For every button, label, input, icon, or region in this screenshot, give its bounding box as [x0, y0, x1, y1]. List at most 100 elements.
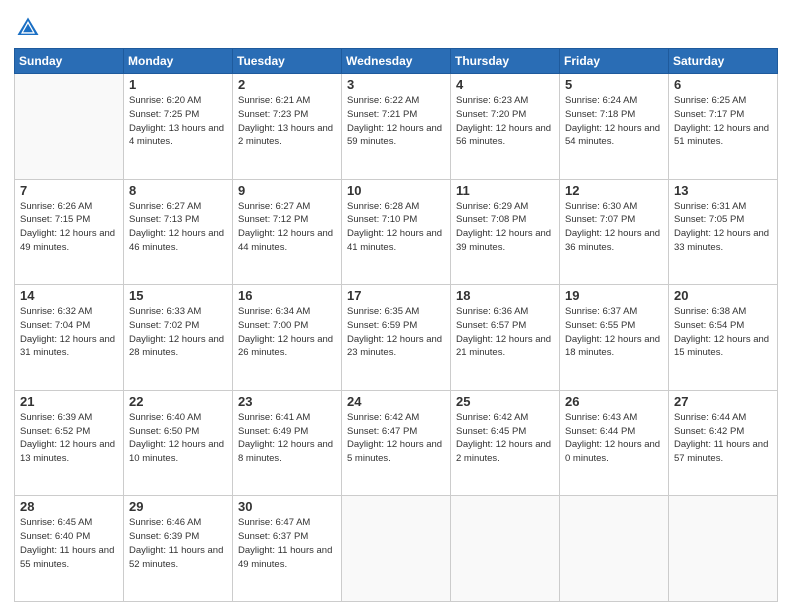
calendar-cell: 23 Sunrise: 6:41 AMSunset: 6:49 PMDayligh… [233, 390, 342, 496]
calendar-week-row: 7 Sunrise: 6:26 AMSunset: 7:15 PMDaylight… [15, 179, 778, 285]
day-number: 28 [20, 499, 118, 514]
day-number: 7 [20, 183, 118, 198]
calendar-cell: 24 Sunrise: 6:42 AMSunset: 6:47 PMDayligh… [342, 390, 451, 496]
calendar-cell [560, 496, 669, 602]
day-number: 16 [238, 288, 336, 303]
day-number: 3 [347, 77, 445, 92]
calendar-cell: 30 Sunrise: 6:47 AMSunset: 6:37 PMDayligh… [233, 496, 342, 602]
day-number: 4 [456, 77, 554, 92]
day-info: Sunrise: 6:30 AMSunset: 7:07 PMDaylight:… [565, 200, 663, 255]
calendar-cell: 1 Sunrise: 6:20 AMSunset: 7:25 PMDaylight… [124, 74, 233, 180]
day-info: Sunrise: 6:31 AMSunset: 7:05 PMDaylight:… [674, 200, 772, 255]
day-info: Sunrise: 6:43 AMSunset: 6:44 PMDaylight:… [565, 411, 663, 466]
day-number: 13 [674, 183, 772, 198]
day-info: Sunrise: 6:39 AMSunset: 6:52 PMDaylight:… [20, 411, 118, 466]
day-info: Sunrise: 6:41 AMSunset: 6:49 PMDaylight:… [238, 411, 336, 466]
day-info: Sunrise: 6:47 AMSunset: 6:37 PMDaylight:… [238, 516, 336, 571]
day-number: 18 [456, 288, 554, 303]
calendar-cell: 14 Sunrise: 6:32 AMSunset: 7:04 PMDayligh… [15, 285, 124, 391]
day-number: 29 [129, 499, 227, 514]
calendar-cell: 20 Sunrise: 6:38 AMSunset: 6:54 PMDayligh… [669, 285, 778, 391]
logo [14, 14, 46, 42]
calendar-day-header: Tuesday [233, 49, 342, 74]
day-number: 10 [347, 183, 445, 198]
day-info: Sunrise: 6:44 AMSunset: 6:42 PMDaylight:… [674, 411, 772, 466]
day-number: 27 [674, 394, 772, 409]
day-number: 2 [238, 77, 336, 92]
calendar-cell: 7 Sunrise: 6:26 AMSunset: 7:15 PMDaylight… [15, 179, 124, 285]
calendar-day-header: Thursday [451, 49, 560, 74]
day-number: 14 [20, 288, 118, 303]
day-info: Sunrise: 6:46 AMSunset: 6:39 PMDaylight:… [129, 516, 227, 571]
calendar-cell: 3 Sunrise: 6:22 AMSunset: 7:21 PMDaylight… [342, 74, 451, 180]
day-info: Sunrise: 6:42 AMSunset: 6:45 PMDaylight:… [456, 411, 554, 466]
day-number: 5 [565, 77, 663, 92]
day-number: 1 [129, 77, 227, 92]
day-info: Sunrise: 6:27 AMSunset: 7:12 PMDaylight:… [238, 200, 336, 255]
day-info: Sunrise: 6:38 AMSunset: 6:54 PMDaylight:… [674, 305, 772, 360]
day-info: Sunrise: 6:22 AMSunset: 7:21 PMDaylight:… [347, 94, 445, 149]
logo-icon [14, 14, 42, 42]
day-info: Sunrise: 6:45 AMSunset: 6:40 PMDaylight:… [20, 516, 118, 571]
calendar-day-header: Saturday [669, 49, 778, 74]
calendar-cell [451, 496, 560, 602]
calendar-cell: 8Sunrise: 6:27 AMSunset: 7:13 PMDaylight… [124, 179, 233, 285]
day-number: 12 [565, 183, 663, 198]
calendar-cell: 17 Sunrise: 6:35 AMSunset: 6:59 PMDayligh… [342, 285, 451, 391]
calendar-day-header: Wednesday [342, 49, 451, 74]
calendar-cell [342, 496, 451, 602]
day-info: Sunrise: 6:35 AMSunset: 6:59 PMDaylight:… [347, 305, 445, 360]
day-number: 24 [347, 394, 445, 409]
calendar-week-row: 21 Sunrise: 6:39 AMSunset: 6:52 PMDayligh… [15, 390, 778, 496]
calendar-cell [669, 496, 778, 602]
day-info: Sunrise: 6:42 AMSunset: 6:47 PMDaylight:… [347, 411, 445, 466]
calendar-cell: 2 Sunrise: 6:21 AMSunset: 7:23 PMDaylight… [233, 74, 342, 180]
day-number: 19 [565, 288, 663, 303]
calendar: SundayMondayTuesdayWednesdayThursdayFrid… [14, 48, 778, 602]
day-info: Sunrise: 6:26 AMSunset: 7:15 PMDaylight:… [20, 200, 118, 255]
day-info: Sunrise: 6:32 AMSunset: 7:04 PMDaylight:… [20, 305, 118, 360]
page: SundayMondayTuesdayWednesdayThursdayFrid… [0, 0, 792, 612]
day-info: Sunrise: 6:24 AMSunset: 7:18 PMDaylight:… [565, 94, 663, 149]
day-number: 30 [238, 499, 336, 514]
day-info: Sunrise: 6:33 AMSunset: 7:02 PMDaylight:… [129, 305, 227, 360]
day-info: Sunrise: 6:20 AMSunset: 7:25 PMDaylight:… [129, 94, 227, 149]
calendar-cell: 19Sunrise: 6:37 AMSunset: 6:55 PMDayligh… [560, 285, 669, 391]
day-number: 23 [238, 394, 336, 409]
day-number: 9 [238, 183, 336, 198]
calendar-cell: 11Sunrise: 6:29 AMSunset: 7:08 PMDayligh… [451, 179, 560, 285]
day-number: 26 [565, 394, 663, 409]
day-info: Sunrise: 6:28 AMSunset: 7:10 PMDaylight:… [347, 200, 445, 255]
calendar-cell: 6 Sunrise: 6:25 AMSunset: 7:17 PMDaylight… [669, 74, 778, 180]
day-number: 6 [674, 77, 772, 92]
calendar-day-header: Friday [560, 49, 669, 74]
day-number: 25 [456, 394, 554, 409]
calendar-day-header: Monday [124, 49, 233, 74]
calendar-cell: 26 Sunrise: 6:43 AMSunset: 6:44 PMDayligh… [560, 390, 669, 496]
calendar-cell: 4 Sunrise: 6:23 AMSunset: 7:20 PMDaylight… [451, 74, 560, 180]
day-info: Sunrise: 6:23 AMSunset: 7:20 PMDaylight:… [456, 94, 554, 149]
calendar-cell: 12 Sunrise: 6:30 AMSunset: 7:07 PMDayligh… [560, 179, 669, 285]
day-number: 21 [20, 394, 118, 409]
calendar-cell: 22Sunrise: 6:40 AMSunset: 6:50 PMDayligh… [124, 390, 233, 496]
day-info: Sunrise: 6:36 AMSunset: 6:57 PMDaylight:… [456, 305, 554, 360]
day-info: Sunrise: 6:25 AMSunset: 7:17 PMDaylight:… [674, 94, 772, 149]
day-number: 20 [674, 288, 772, 303]
calendar-cell [15, 74, 124, 180]
calendar-cell: 28 Sunrise: 6:45 AMSunset: 6:40 PMDayligh… [15, 496, 124, 602]
calendar-cell: 9 Sunrise: 6:27 AMSunset: 7:12 PMDaylight… [233, 179, 342, 285]
calendar-cell: 5 Sunrise: 6:24 AMSunset: 7:18 PMDaylight… [560, 74, 669, 180]
calendar-week-row: 28 Sunrise: 6:45 AMSunset: 6:40 PMDayligh… [15, 496, 778, 602]
day-info: Sunrise: 6:27 AMSunset: 7:13 PMDaylight:… [129, 200, 227, 255]
calendar-cell: 16Sunrise: 6:34 AMSunset: 7:00 PMDayligh… [233, 285, 342, 391]
calendar-cell: 21 Sunrise: 6:39 AMSunset: 6:52 PMDayligh… [15, 390, 124, 496]
calendar-week-row: 1 Sunrise: 6:20 AMSunset: 7:25 PMDaylight… [15, 74, 778, 180]
calendar-day-header: Sunday [15, 49, 124, 74]
calendar-week-row: 14 Sunrise: 6:32 AMSunset: 7:04 PMDayligh… [15, 285, 778, 391]
calendar-cell: 27 Sunrise: 6:44 AMSunset: 6:42 PMDayligh… [669, 390, 778, 496]
day-info: Sunrise: 6:21 AMSunset: 7:23 PMDaylight:… [238, 94, 336, 149]
day-info: Sunrise: 6:40 AMSunset: 6:50 PMDaylight:… [129, 411, 227, 466]
day-number: 17 [347, 288, 445, 303]
calendar-header-row: SundayMondayTuesdayWednesdayThursdayFrid… [15, 49, 778, 74]
calendar-cell: 25 Sunrise: 6:42 AMSunset: 6:45 PMDayligh… [451, 390, 560, 496]
